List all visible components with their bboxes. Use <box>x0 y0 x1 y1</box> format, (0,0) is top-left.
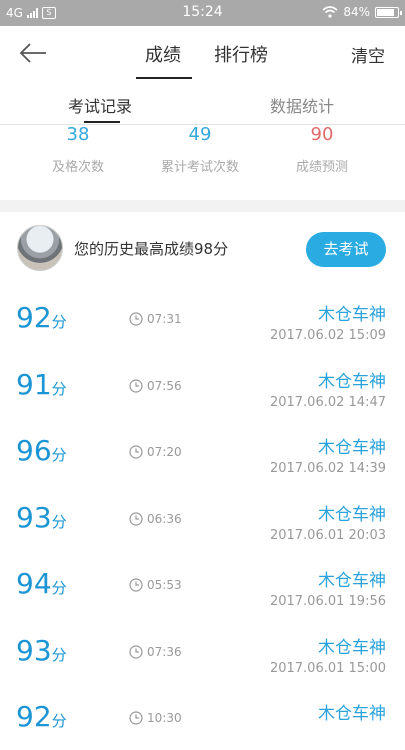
top-nav: 成绩 排行榜 清空 <box>0 26 405 80</box>
score-value: 93 <box>16 633 52 667</box>
score-unit: 分 <box>51 446 67 464</box>
record-date: 2017.06.01 19:56 <box>269 594 386 609</box>
back-arrow-icon[interactable] <box>16 38 50 68</box>
clock-icon <box>129 511 143 526</box>
tab-active-indicator <box>136 77 192 79</box>
record-duration: 05:53 <box>129 578 182 592</box>
clear-button[interactable]: 清空 <box>351 42 385 67</box>
stat-label: 累计考试次数 <box>160 160 239 175</box>
record-duration: 07:36 <box>129 645 182 659</box>
score-value: 94 <box>16 567 52 600</box>
record-user-name: 木仓车神 <box>318 637 386 658</box>
wifi-icon <box>322 6 338 18</box>
duration-text: 07:36 <box>147 644 182 659</box>
stats-panel: 38 及格次数 49 累计考试次数 90 成绩预测 <box>0 124 405 200</box>
stat-score-prediction: 90 成绩预测 <box>257 124 387 175</box>
list-item[interactable]: 93分 07:36 木仓车神 2017.06.01 15:00 <box>0 617 405 684</box>
record-score: 92分 <box>16 701 67 737</box>
duration-text: 05:53 <box>147 578 182 592</box>
stat-pass-count: 38 及格次数 <box>13 124 143 175</box>
sub-tabs: 考试记录 数据统计 <box>0 82 405 123</box>
clock-icon <box>129 312 143 326</box>
record-user-name: 木仓车神 <box>318 504 386 525</box>
record-date: 2017.06.02 15:09 <box>269 328 386 343</box>
list-item[interactable]: 91分 07:56 木仓车神 2017.06.02 14:47 <box>0 351 405 418</box>
record-date: 2017.06.01 15:00 <box>269 660 386 676</box>
list-item[interactable]: 96分 07:20 木仓车神 2017.06.02 14:39 <box>0 417 405 484</box>
clock-icon <box>129 711 143 725</box>
duration-text: 07:31 <box>147 312 182 326</box>
stat-label: 成绩预测 <box>295 160 348 175</box>
score-unit: 分 <box>51 512 67 531</box>
score-value: 91 <box>16 367 52 401</box>
duration-text: 10:30 <box>147 711 182 725</box>
record-user-name: 木仓车神 <box>318 305 386 325</box>
record-date: 2017.06.01 20:03 <box>269 527 386 543</box>
record-list: 92分 07:31 木仓车神 2017.06.02 15:09 91分 07:56 木仓车神… <box>0 284 405 750</box>
stat-label: 及格次数 <box>51 160 104 175</box>
duration-text: 06:36 <box>147 511 182 526</box>
status-bar: 4G S 15:24 84% <box>0 0 405 26</box>
record-score: 93分 <box>16 500 67 538</box>
tab-exam-records[interactable]: 考试记录 <box>68 93 132 117</box>
section-gap <box>0 200 405 212</box>
stat-value: 90 <box>310 124 334 145</box>
record-user-name: 木仓车神 <box>318 438 386 458</box>
record-duration: 07:56 <box>129 379 182 393</box>
stat-total-exams: 49 累计考试次数 <box>135 124 265 175</box>
tab-ranking[interactable]: 排行榜 <box>214 41 268 67</box>
record-date: 2017.06.02 14:39 <box>269 461 386 476</box>
list-item[interactable]: 94分 05:53 木仓车神 2017.06.01 19:56 <box>0 550 405 617</box>
score-value: 92 <box>16 301 52 334</box>
record-score: 91分 <box>16 367 67 405</box>
stat-value: 49 <box>188 124 212 145</box>
score-value: 92 <box>16 700 52 733</box>
list-item[interactable]: 92分 07:31 木仓车神 2017.06.02 15:09 <box>0 284 405 351</box>
avatar <box>17 225 63 271</box>
best-score-card: 您的历史最高成绩98分 去考试 <box>0 212 405 284</box>
list-item[interactable]: 92分 10:30 木仓车神 <box>0 683 405 750</box>
score-value: 96 <box>16 434 52 467</box>
record-date: 2017.06.02 14:47 <box>269 394 386 410</box>
tab-data-statistics[interactable]: 数据统计 <box>270 93 334 117</box>
record-user-name: 木仓车神 <box>318 571 386 591</box>
record-duration: 06:36 <box>129 512 182 526</box>
clock-icon <box>129 378 143 393</box>
record-user-name: 木仓车神 <box>318 704 386 724</box>
status-right: 84% <box>322 5 402 19</box>
record-score: 94分 <box>16 568 67 604</box>
record-duration: 10:30 <box>129 711 182 725</box>
tab-scores[interactable]: 成绩 <box>145 41 181 67</box>
record-score: 93分 <box>16 633 67 671</box>
clock-icon <box>129 644 143 659</box>
record-score: 92分 <box>16 302 67 338</box>
score-value: 93 <box>16 500 52 534</box>
record-user-name: 木仓车神 <box>318 371 386 392</box>
duration-text: 07:20 <box>147 445 182 459</box>
list-item[interactable]: 93分 06:36 木仓车神 2017.06.01 20:03 <box>0 484 405 551</box>
subtab-active-indicator <box>84 121 120 123</box>
best-score-text: 您的历史最高成绩98分 <box>74 240 229 258</box>
score-unit: 分 <box>51 579 67 597</box>
stat-value: 38 <box>66 124 90 145</box>
score-unit: 分 <box>51 313 67 331</box>
clock-icon <box>129 445 143 459</box>
duration-text: 07:56 <box>147 378 182 393</box>
go-exam-button[interactable]: 去考试 <box>306 232 386 267</box>
score-unit: 分 <box>51 379 67 398</box>
battery-percent: 84% <box>343 5 370 19</box>
battery-icon <box>375 6 402 18</box>
record-score: 96分 <box>16 435 67 471</box>
clock-icon <box>129 578 143 592</box>
record-duration: 07:31 <box>129 312 182 326</box>
record-duration: 07:20 <box>129 445 182 459</box>
score-unit: 分 <box>51 645 67 664</box>
score-unit: 分 <box>51 712 67 730</box>
